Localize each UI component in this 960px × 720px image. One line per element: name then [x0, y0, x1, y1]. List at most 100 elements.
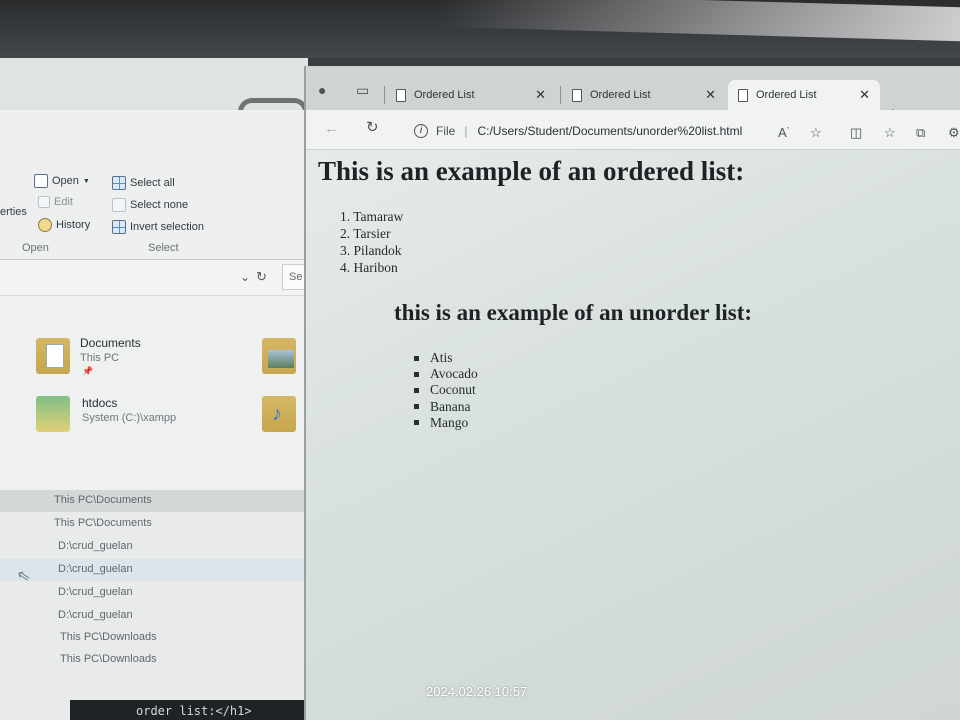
photo-timestamp: 2024.02.26 10:57 — [426, 684, 528, 699]
history-button[interactable]: History — [38, 218, 90, 232]
list-item[interactable]: This PC\Downloads — [0, 627, 308, 649]
properties-button[interactable]: erties — [0, 206, 27, 218]
select-all-button[interactable]: Select all — [112, 176, 175, 190]
edit-button[interactable]: Edit — [38, 196, 73, 208]
unordered-list-item: Avocado — [414, 366, 478, 382]
select-none-label: Select none — [130, 199, 189, 211]
unordered-list-item: Mango — [414, 415, 478, 431]
browser-toolbar: ← ↻ i File | C:/Users/Student/Documents/… — [306, 110, 960, 150]
read-aloud-icon[interactable]: Aᐩ — [778, 125, 789, 140]
page-icon — [572, 88, 582, 102]
documents-folder-icon — [36, 338, 70, 374]
search-placeholder: Se — [289, 271, 303, 283]
extensions-icon[interactable]: ⚙ — [948, 125, 960, 141]
bullet-icon — [414, 355, 419, 361]
bullet-icon — [414, 388, 419, 393]
collections-icon[interactable]: ⧉ — [916, 125, 925, 141]
close-tab-icon[interactable]: ✕ — [535, 87, 546, 103]
favorites-icon[interactable]: ☆ — [884, 125, 896, 141]
close-tab-icon[interactable]: ✕ — [859, 87, 870, 103]
bullet-icon — [414, 404, 419, 410]
list-item[interactable]: D:\crud_guelan — [0, 536, 308, 558]
editor-code-snippet: order list:</h1> — [70, 700, 310, 720]
select-none-icon — [112, 198, 126, 212]
ribbon-group-select: Select — [148, 242, 179, 254]
favorite-star-icon[interactable]: ☆ — [810, 125, 822, 141]
tab-label: Ordered List — [590, 89, 651, 101]
open-button[interactable]: Open ▼ — [34, 174, 90, 188]
invert-selection-icon — [112, 220, 126, 234]
web-page-content: This is an example of an ordered list: 1… — [306, 150, 960, 720]
chevron-down-icon[interactable]: ⌄ — [240, 270, 250, 284]
file-explorer-window: erties Open ▼ Edit History Open Select al… — [0, 58, 312, 720]
ordered-list-item: 1. Tamaraw — [340, 209, 404, 224]
browser-window: ● ▭ Ordered List ✕ Ordered List ✕ Ordere… — [304, 66, 960, 720]
info-icon[interactable]: i — [414, 124, 428, 138]
item-label: Avocado — [430, 366, 478, 382]
quick-access-htdocs-location: System (C:)\xampp — [82, 412, 177, 424]
htdocs-folder-icon — [36, 396, 70, 432]
profile-icon[interactable]: ● — [318, 82, 326, 98]
history-icon — [38, 218, 52, 232]
ordered-list-item: 2. Tarsier — [340, 226, 391, 241]
list-item[interactable]: This PC\Documents — [0, 490, 308, 512]
tab-ordered-list-2[interactable]: Ordered List ✕ — [562, 80, 726, 110]
quick-access-documents-location: This PC — [80, 352, 120, 364]
explorer-ribbon: erties Open ▼ Edit History Open Select al… — [0, 110, 308, 260]
page-icon — [738, 88, 748, 102]
quick-access-htdocs[interactable]: htdocs — [82, 396, 117, 410]
item-label: Atis — [430, 350, 453, 365]
browser-tab-bar: ● ▭ Ordered List ✕ Ordered List ✕ Ordere… — [306, 66, 960, 123]
quick-access-documents[interactable]: Documents — [80, 336, 141, 350]
unordered-list-heading: this is an example of an unorder list: — [394, 300, 753, 325]
refresh-icon[interactable]: ↻ — [256, 269, 267, 285]
back-icon[interactable]: ← — [324, 120, 339, 137]
tab-actions-icon[interactable]: ▭ — [356, 82, 369, 99]
properties-label: erties — [0, 206, 27, 218]
list-item[interactable]: This PC\Downloads — [0, 649, 308, 671]
list-item[interactable]: D:\crud_guelan — [0, 605, 308, 627]
open-icon — [34, 174, 48, 188]
unordered-list-item: Atis — [414, 350, 478, 366]
pin-icon: 📌 — [82, 366, 94, 376]
ordered-list-heading: This is an example of an ordered list: — [318, 156, 745, 186]
invert-selection-button[interactable]: Invert selection — [112, 220, 204, 234]
tab-ordered-list-3[interactable]: Ordered List ✕ — [728, 80, 880, 110]
url-text: C:/Users/Student/Documents/unorder%20lis… — [477, 124, 743, 138]
refresh-icon[interactable]: ↻ — [366, 118, 379, 136]
open-label: Open — [52, 175, 79, 187]
edit-label: Edit — [54, 196, 73, 208]
select-all-label: Select all — [130, 177, 175, 189]
bullet-icon — [414, 420, 419, 426]
ordered-list-item: 4. Haribon — [340, 260, 398, 275]
select-none-button[interactable]: Select none — [112, 198, 188, 212]
invert-selection-label: Invert selection — [130, 221, 204, 233]
item-label: Mango — [430, 414, 469, 430]
list-item[interactable]: This PC\Documents — [0, 513, 308, 535]
address-separator: | — [464, 124, 468, 138]
url-bar[interactable]: i File | C:/Users/Student/Documents/unor… — [414, 118, 770, 144]
tab-label: Ordered List — [414, 89, 475, 101]
close-tab-icon[interactable]: ✕ — [705, 87, 716, 103]
split-screen-icon[interactable]: ◫ — [850, 125, 862, 141]
quick-access-panel: Documents This PC 📌 htdocs System (C:)\x… — [0, 296, 308, 494]
unordered-list-item: Coconut — [414, 382, 478, 398]
unordered-list-item: Banana — [414, 399, 478, 415]
ordered-list-item: 3. Pilandok — [340, 243, 402, 258]
history-label: History — [56, 219, 91, 231]
item-label: Coconut — [430, 382, 476, 398]
page-icon — [396, 88, 406, 102]
explorer-address-bar[interactable]: ⌄ ↻ Se — [0, 260, 312, 296]
tab-ordered-list-1[interactable]: Ordered List ✕ — [386, 80, 556, 110]
recent-files-list: This PC\Documents This PC\Documents D:\c… — [0, 490, 308, 720]
music-folder-icon: ♪ — [262, 396, 296, 432]
tab-separator — [560, 86, 561, 104]
list-item[interactable]: D:\crud_guelan — [0, 582, 308, 604]
ribbon-group-open: Open — [22, 242, 49, 254]
tab-label: Ordered List — [756, 89, 817, 101]
list-item[interactable]: D:\crud_guelan — [0, 559, 308, 581]
edit-icon — [38, 196, 50, 208]
bullet-icon — [414, 371, 419, 377]
chevron-down-icon: ▼ — [82, 177, 90, 185]
select-all-icon — [112, 176, 126, 190]
